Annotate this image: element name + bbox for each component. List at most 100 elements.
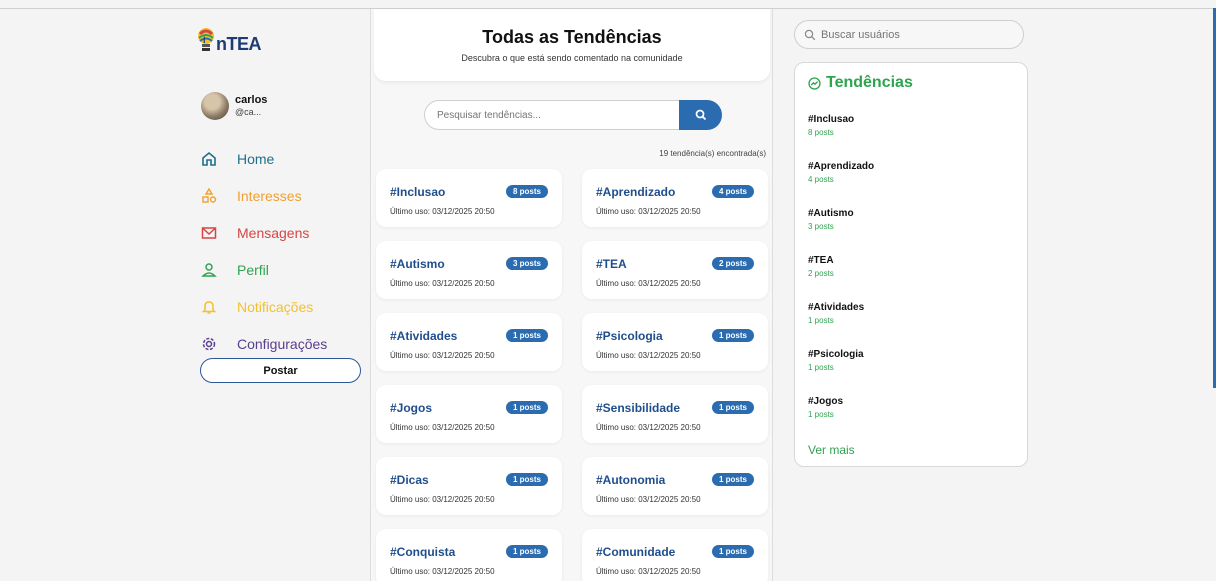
trend-card[interactable]: #Inclusao 8 posts Último uso: 03/12/2025… <box>376 169 562 227</box>
trend-card[interactable]: #Comunidade 1 posts Último uso: 03/12/20… <box>582 529 768 581</box>
trends-title: Tendências <box>826 74 913 91</box>
post-count-badge: 1 posts <box>711 473 754 486</box>
trend-card[interactable]: #TEA 2 posts Último uso: 03/12/2025 20:5… <box>582 241 768 299</box>
trend-search <box>424 100 722 130</box>
trend-list-item[interactable]: #Psicologia 1 posts <box>808 349 1008 396</box>
card-tag: #Dicas <box>390 473 429 487</box>
profile-handle: @ca... <box>235 107 262 117</box>
user-search-input[interactable] <box>821 21 1017 48</box>
trend-list-item[interactable]: #Autismo 3 posts <box>808 208 1008 255</box>
trend-post-count: 4 posts <box>808 175 834 184</box>
home-icon <box>200 150 218 168</box>
trend-list-item[interactable]: #Jogos 1 posts <box>808 396 1008 443</box>
trend-post-count: 8 posts <box>808 128 834 137</box>
trend-card[interactable]: #Autonomia 1 posts Último uso: 03/12/202… <box>582 457 768 515</box>
trend-list-item[interactable]: #TEA 2 posts <box>808 255 1008 302</box>
app-logo[interactable]: i nTEA <box>194 22 262 62</box>
card-tag: #Sensibilidade <box>596 401 681 415</box>
post-count-badge: 2 posts <box>711 257 754 270</box>
post-count-badge: 1 posts <box>505 545 548 558</box>
page-header: Todas as Tendências Descubra o que está … <box>374 9 770 81</box>
trend-card[interactable]: #Conquista 1 posts Último uso: 03/12/202… <box>376 529 562 581</box>
trend-post-count: 1 posts <box>808 363 834 372</box>
trend-tag: #Inclusao <box>808 114 855 125</box>
user-icon <box>200 261 218 279</box>
post-count-badge: 1 posts <box>711 329 754 342</box>
trend-card[interactable]: #Atividades 1 posts Último uso: 03/12/20… <box>376 313 562 371</box>
lightbulb-logo-icon: i <box>198 28 214 51</box>
card-tag: #Autismo <box>390 257 445 271</box>
card-last-used: Último uso: 03/12/2025 20:50 <box>390 495 495 504</box>
card-tag: #Atividades <box>390 329 458 343</box>
shapes-icon <box>200 187 218 205</box>
nav-item-interesses[interactable]: Interesses <box>200 177 370 214</box>
trend-card[interactable]: #Psicologia 1 posts Último uso: 03/12/20… <box>582 313 768 371</box>
search-icon <box>695 109 706 121</box>
trend-card[interactable]: #Sensibilidade 1 posts Último uso: 03/12… <box>582 385 768 443</box>
card-last-used: Último uso: 03/12/2025 20:50 <box>596 567 701 576</box>
nav-label-interesses: Interesses <box>237 187 302 204</box>
post-button[interactable]: Postar <box>200 358 361 383</box>
trend-post-count: 1 posts <box>808 410 834 419</box>
trend-tag: #Jogos <box>808 396 844 407</box>
trend-tag: #TEA <box>808 255 834 266</box>
card-last-used: Último uso: 03/12/2025 20:50 <box>596 351 701 360</box>
trend-card[interactable]: #Autismo 3 posts Último uso: 03/12/2025 … <box>376 241 562 299</box>
card-last-used: Último uso: 03/12/2025 20:50 <box>390 423 495 432</box>
avatar[interactable] <box>201 92 229 120</box>
bell-icon <box>200 298 218 316</box>
card-last-used: Último uso: 03/12/2025 20:50 <box>390 567 495 576</box>
card-last-used: Último uso: 03/12/2025 20:50 <box>390 351 495 360</box>
card-last-used: Último uso: 03/12/2025 20:50 <box>390 207 495 216</box>
trend-tag: #Atividades <box>808 302 865 313</box>
card-tag: #Aprendizado <box>596 185 676 199</box>
nav-label-notificacoes: Notificações <box>237 298 314 315</box>
nav-label-home: Home <box>237 150 275 167</box>
page-subtitle: Descubra o que está sendo comentado na c… <box>461 53 683 63</box>
logo-text: nTEA <box>216 34 262 54</box>
nav-item-home[interactable]: Home <box>200 140 370 177</box>
post-count-badge: 1 posts <box>505 401 548 414</box>
post-count-badge: 1 posts <box>711 401 754 414</box>
post-count-badge: 8 posts <box>505 185 548 198</box>
trend-post-count: 3 posts <box>808 222 834 231</box>
trend-search-button[interactable] <box>679 100 722 130</box>
trend-tag: #Autismo <box>808 208 854 219</box>
card-tag: #Autonomia <box>596 473 666 487</box>
mail-icon <box>200 224 218 242</box>
trend-list-item[interactable]: #Aprendizado 4 posts <box>808 161 1008 208</box>
post-count-badge: 3 posts <box>505 257 548 270</box>
see-more-link[interactable]: Ver mais <box>808 443 855 457</box>
trend-card[interactable]: #Dicas 1 posts Último uso: 03/12/2025 20… <box>376 457 562 515</box>
logo-prefix: i <box>203 35 206 45</box>
page-title: Todas as Tendências <box>482 27 662 47</box>
profile-name: carlos <box>235 94 268 106</box>
trend-card[interactable]: #Jogos 1 posts Último uso: 03/12/2025 20… <box>376 385 562 443</box>
nav-item-configuracoes[interactable]: Configurações <box>200 325 370 362</box>
nav-label-perfil: Perfil <box>237 261 269 278</box>
post-count-badge: 4 posts <box>711 185 754 198</box>
nav-label-configuracoes: Configurações <box>237 335 328 352</box>
main-content: Todas as Tendências Descubra o que está … <box>370 9 773 581</box>
nav-item-mensagens[interactable]: Mensagens <box>200 214 370 251</box>
nav-label-mensagens: Mensagens <box>237 224 310 241</box>
nav-item-notificacoes[interactable]: Notificações <box>200 288 370 325</box>
card-tag: #Psicologia <box>596 329 663 343</box>
card-last-used: Último uso: 03/12/2025 20:50 <box>390 279 495 288</box>
card-tag: #TEA <box>596 257 627 271</box>
main-nav: Home Interesses Mensagens Perfil Notific… <box>200 140 370 362</box>
trend-card[interactable]: #Aprendizado 4 posts Último uso: 03/12/2… <box>582 169 768 227</box>
trend-search-input[interactable] <box>424 100 682 130</box>
card-last-used: Último uso: 03/12/2025 20:50 <box>596 207 701 216</box>
trend-tag: #Psicologia <box>808 349 864 360</box>
card-tag: #Conquista <box>390 545 456 559</box>
trends-list: #Inclusao 8 posts #Aprendizado 4 posts #… <box>808 114 1008 443</box>
trending-icon <box>808 76 821 90</box>
nav-item-perfil[interactable]: Perfil <box>200 251 370 288</box>
post-count-badge: 1 posts <box>711 545 754 558</box>
card-tag: #Comunidade <box>596 545 676 559</box>
trend-list-item[interactable]: #Atividades 1 posts <box>808 302 1008 349</box>
user-profile[interactable]: carlos @ca... <box>201 92 371 128</box>
trend-list-item[interactable]: #Inclusao 8 posts <box>808 114 1008 161</box>
trends-header: Tendências <box>808 74 913 92</box>
